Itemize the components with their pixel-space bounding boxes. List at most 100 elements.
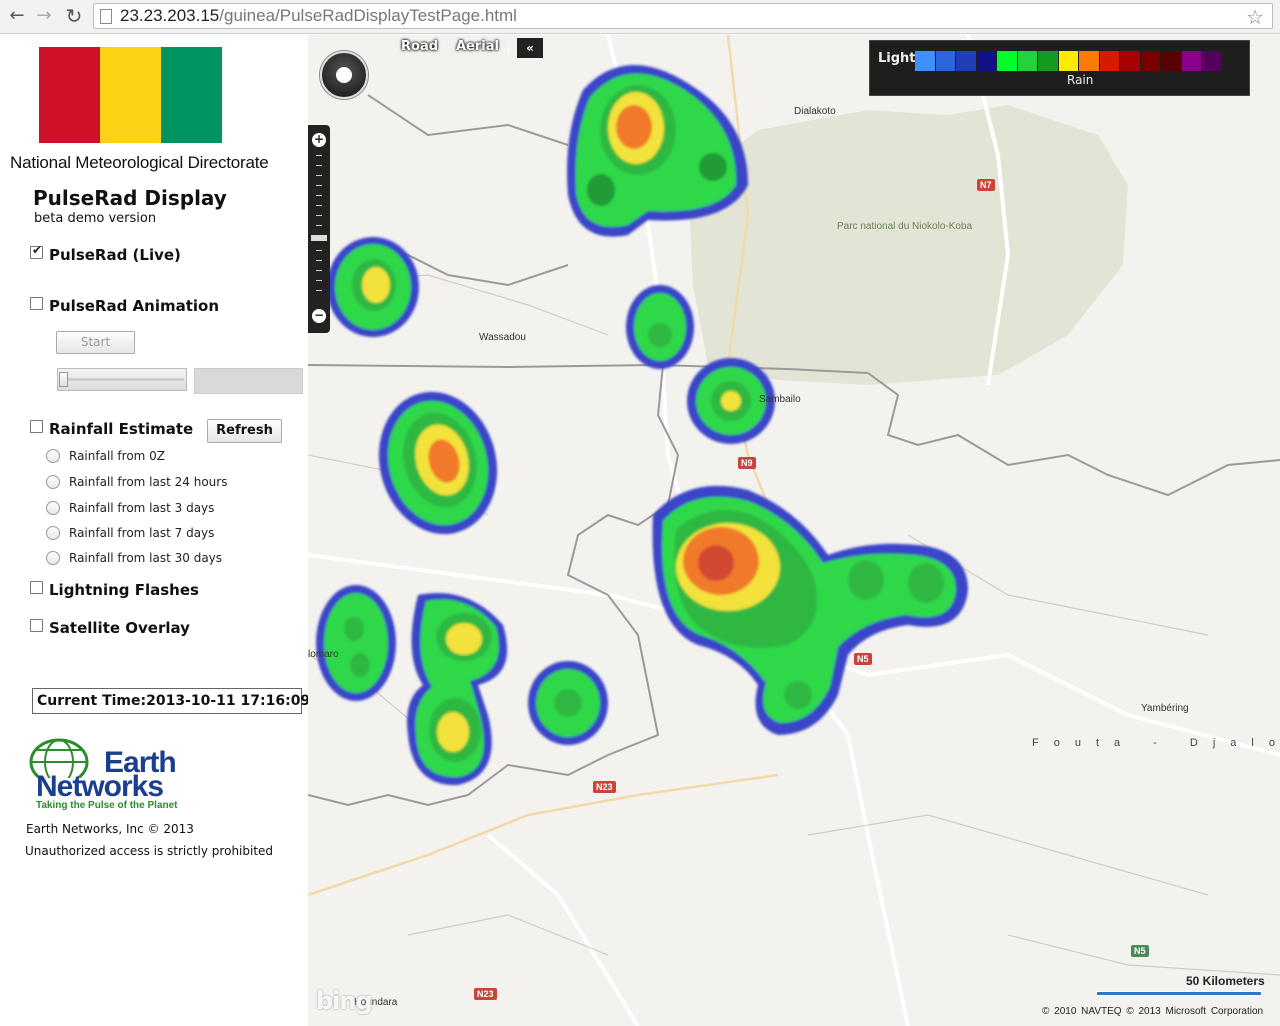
rain-legend: Light Rain [869, 40, 1250, 96]
zoom-tick [316, 215, 322, 216]
zoom-tick [316, 290, 322, 291]
back-arrow-icon[interactable]: ← [6, 5, 28, 27]
legend-light-label: Light [878, 51, 916, 66]
place-label: Yambéring [1141, 703, 1189, 714]
url-path: /guinea/PulseRadDisplayTestPage.html [219, 6, 517, 25]
zoom-tick [316, 165, 322, 166]
zoom-in-button[interactable]: + [312, 133, 326, 147]
compass-center-icon [336, 67, 352, 83]
zoom-tick [316, 175, 322, 176]
legend-swatches [915, 51, 1223, 71]
rainfall-estimate-checkbox[interactable] [30, 420, 43, 433]
flag-stripe-red [39, 47, 100, 143]
current-time-field: Current Time:2013-10-11 17:16:09Z [32, 688, 320, 714]
url-host: 23.23.203.15 [120, 6, 220, 25]
map-credits: © 2010 NAVTEQ © 2013 Microsoft Corporati… [1042, 1006, 1264, 1017]
slider-handle[interactable] [59, 372, 68, 387]
bing-logo: bing [316, 987, 373, 1015]
road-shield: N5 [854, 653, 872, 665]
legend-swatch [956, 51, 976, 71]
legend-swatch [1017, 51, 1037, 71]
legend-swatch [1079, 51, 1099, 71]
zoom-tick [316, 270, 322, 271]
page-icon [100, 9, 112, 24]
pan-compass-control[interactable] [320, 51, 368, 99]
pulserad-live-checkbox[interactable] [30, 243, 43, 259]
road-shield: N23 [474, 988, 497, 1000]
aerial-view-button[interactable]: Aerial [456, 39, 499, 54]
legend-swatch [976, 51, 996, 71]
earth-networks-logo: Earth Networks Taking the Pulse of the P… [24, 736, 204, 816]
legend-swatch [935, 51, 955, 71]
rainfall-option-label: Rainfall from last 7 days [69, 526, 215, 540]
rainfall-option-radio[interactable] [46, 475, 60, 489]
legend-swatch [1181, 51, 1201, 71]
zoom-out-button[interactable]: − [312, 309, 326, 323]
place-label: Wassadou [479, 332, 526, 343]
place-label: Parc national du Niokolo-Koba [837, 221, 973, 232]
road-shield: N7 [977, 179, 995, 191]
animation-slider[interactable] [57, 368, 187, 391]
zoom-tick [316, 155, 322, 156]
map-base [308, 35, 1280, 1026]
rainfall-option-label: Rainfall from 0Z [69, 449, 166, 463]
zoom-tick [316, 195, 322, 196]
lightning-label: Lightning Flashes [49, 581, 199, 599]
national-park-area [688, 105, 1128, 385]
zoom-tick [316, 225, 322, 226]
legend-rain-label: Rain [1067, 73, 1094, 87]
place-label: Dialakoto [794, 106, 836, 117]
legend-swatch [1058, 51, 1078, 71]
animation-frame-display [194, 368, 303, 394]
pulserad-animation-checkbox[interactable] [30, 297, 43, 310]
legend-swatch [1161, 51, 1181, 71]
legend-swatch [1099, 51, 1119, 71]
forward-arrow-icon[interactable]: → [33, 5, 55, 27]
rainfall-estimate-label: Rainfall Estimate [49, 420, 194, 438]
toolbar-separator [508, 41, 509, 54]
rainfall-option-radio[interactable] [46, 526, 60, 540]
start-animation-button[interactable]: Start [56, 331, 135, 354]
zoom-tick [316, 205, 322, 206]
logo-tagline: Taking the Pulse of the Planet [36, 800, 178, 811]
flag-stripe-green [161, 47, 222, 143]
legend-swatch [1140, 51, 1160, 71]
satellite-label: Satellite Overlay [49, 619, 190, 637]
scale-bar [1096, 991, 1262, 996]
legend-swatch [1038, 51, 1058, 71]
zoom-slider-thumb[interactable] [311, 235, 327, 241]
legend-swatch [915, 51, 935, 71]
satellite-checkbox[interactable] [30, 619, 43, 632]
rainfall-option-label: Rainfall from last 24 hours [69, 475, 228, 489]
road-view-button[interactable]: Road [401, 39, 438, 54]
lightning-checkbox[interactable] [30, 581, 43, 594]
reload-icon[interactable]: ↻ [63, 5, 85, 27]
rainfall-option-radio[interactable] [46, 501, 60, 515]
app-title: PulseRad Display [33, 186, 227, 210]
bookmark-star-icon[interactable]: ☆ [1246, 5, 1264, 29]
legend-swatch [997, 51, 1017, 71]
address-bar[interactable]: 23.23.203.15/guinea/PulseRadDisplayTestP… [93, 3, 1273, 29]
place-label: Sambailo [759, 394, 801, 405]
scale-label: 50 Kilometers [1186, 974, 1265, 988]
access-warning: Unauthorized access is strictly prohibit… [25, 844, 274, 858]
rainfall-option-radio[interactable] [46, 551, 60, 565]
road-shield: N23 [593, 781, 616, 793]
control-panel: National Meteorological Directorate Puls… [0, 35, 320, 1026]
url-text[interactable]: 23.23.203.15/guinea/PulseRadDisplayTestP… [120, 6, 517, 26]
app-subtitle: beta demo version [34, 211, 157, 226]
zoom-tick [316, 280, 322, 281]
collapse-toolbar-button[interactable]: « [517, 38, 543, 58]
place-label: lomaro [308, 649, 339, 660]
rainfall-option-label: Rainfall from last 3 days [69, 501, 215, 515]
road-shield: N9 [738, 457, 756, 469]
refresh-button[interactable]: Refresh [207, 419, 282, 443]
map-view[interactable]: Dialakoto Parc national du Niokolo-Koba … [308, 35, 1280, 1026]
rainfall-option-label: Rainfall from last 30 days [69, 551, 223, 565]
zoom-tick [316, 185, 322, 186]
organization-name: National Meteorological Directorate [10, 153, 269, 172]
logo-networks-text: Networks [36, 770, 164, 803]
zoom-control[interactable]: + − [308, 125, 330, 333]
rainfall-option-radio[interactable] [46, 449, 60, 463]
slider-track [64, 378, 184, 381]
